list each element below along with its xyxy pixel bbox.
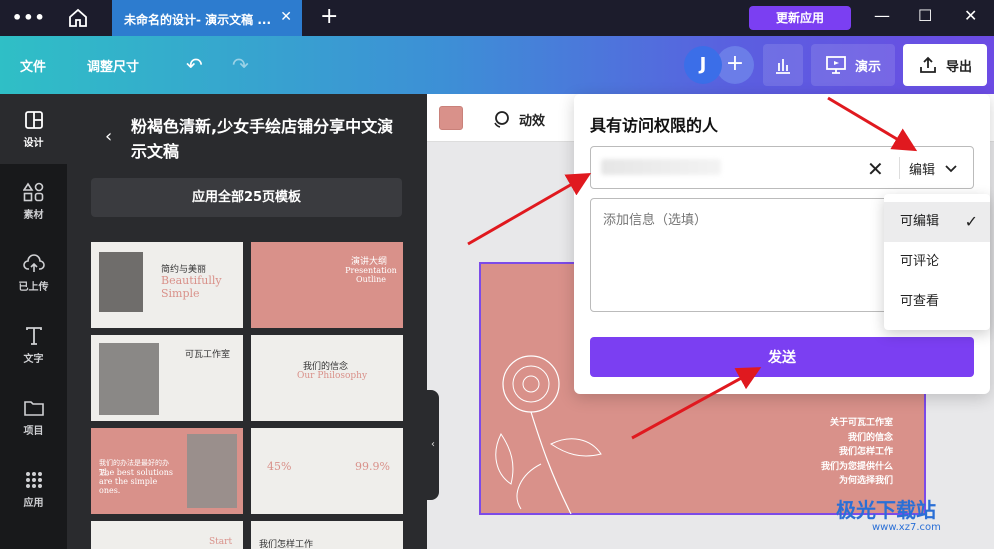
watermark-logo: 极光下载站 (836, 498, 936, 522)
bar-chart-icon (776, 59, 790, 74)
thumb-subheading: Presentation Outline (345, 266, 397, 284)
slide-line: 我们怎样工作 (838, 447, 893, 457)
animate-label: 动效 (519, 113, 546, 129)
insights-button[interactable] (763, 44, 803, 86)
role-select-value: 编辑 (909, 163, 936, 178)
checkmark-icon: ✓ (964, 212, 978, 231)
send-button[interactable]: 发送 (590, 337, 974, 377)
nav-apps-label: 应用 (23, 498, 44, 509)
export-button[interactable]: 导出 (903, 44, 987, 86)
divider (899, 157, 900, 179)
resize-button[interactable]: 调整尺寸 (87, 56, 139, 75)
avatar[interactable]: J (684, 46, 722, 84)
nav-elements[interactable]: 素材 (0, 166, 67, 236)
animate-button[interactable]: 动效 (491, 109, 545, 129)
thumb-photo (187, 434, 237, 508)
document-tab[interactable]: 未命名的设计- 演示文稿 ... ✕ (112, 0, 302, 36)
title-bar: ••• 未命名的设计- 演示文稿 ... ✕ + 更新应用 — ☐ ✕ (0, 0, 994, 36)
editor-toolbar: 文件 调整尺寸 ↶ ↷ + J 演示 导出 (0, 36, 994, 94)
layout-icon (24, 111, 43, 129)
role-dropdown: 可编辑 ✓ 可评论 可查看 (884, 194, 990, 330)
role-option-label: 可查看 (900, 294, 940, 309)
nav-apps[interactable]: 应用 (0, 454, 67, 524)
color-swatch[interactable] (439, 106, 463, 130)
undo-icon[interactable]: ↶ (186, 53, 203, 77)
redacted-email (601, 159, 721, 175)
nav-elements-label: 素材 (23, 210, 44, 221)
slide-agenda: 关于可瓦工作室 我们的信念 我们怎样工作 我们为您提供什么 为何选择我们 (797, 416, 893, 489)
redo-icon[interactable]: ↷ (232, 53, 249, 77)
role-option-label: 可评论 (900, 254, 940, 269)
template-thumbnail[interactable]: 我们的办法是最好的办法。 The best solutions are the … (91, 428, 243, 514)
thumb-stat-left: 45% (267, 460, 292, 473)
slide-line: 关于可瓦工作室 (829, 418, 893, 428)
template-thumbnail[interactable]: 45% 99.9% (251, 428, 403, 514)
nav-projects-label: 项目 (23, 426, 44, 437)
slide-line: 我们的信念 (847, 432, 893, 443)
template-thumbnail[interactable]: Start (91, 521, 243, 549)
thumb-subheading: The best solutions are the simple ones. (99, 468, 173, 495)
slide-line: 我们为您提供什么 (820, 461, 893, 472)
template-title: 粉褐色清新,少女手绘店铺分享中文演示文稿 (131, 117, 394, 161)
export-label: 导出 (945, 59, 972, 75)
thumb-photo (99, 252, 143, 312)
present-label: 演示 (854, 59, 881, 75)
new-tab-icon[interactable]: + (320, 4, 338, 29)
thumb-heading: Start (209, 537, 233, 547)
close-window-icon[interactable]: ✕ (964, 6, 977, 25)
left-nav: 设计 素材 已上传 文字 项目 应用 (0, 94, 67, 549)
template-thumbnail[interactable]: 我们怎样工作 (251, 521, 403, 549)
home-icon[interactable] (66, 6, 90, 30)
nav-design-label: 设计 (23, 138, 44, 149)
animate-icon (494, 111, 509, 128)
thumb-stat-right: 99.9% (355, 460, 390, 473)
role-option-edit[interactable]: 可编辑 ✓ (884, 202, 990, 242)
update-app-button[interactable]: 更新应用 (749, 6, 851, 30)
back-chevron-icon[interactable]: ‹ (105, 126, 112, 147)
maximize-icon[interactable]: ☐ (918, 6, 932, 25)
chevron-down-icon (945, 164, 957, 172)
clear-icon[interactable]: ✕ (867, 157, 884, 181)
apps-icon (25, 472, 42, 488)
template-thumbnail[interactable]: 简约与美丽 Beautifully Simple (91, 242, 243, 328)
watermark-url: www.xz7.com (872, 522, 941, 533)
text-icon (25, 327, 42, 345)
present-button[interactable]: 演示 (811, 44, 895, 86)
file-menu[interactable]: 文件 (20, 56, 46, 75)
role-option-comment[interactable]: 可评论 (884, 242, 990, 282)
cloud-upload-icon (22, 254, 45, 272)
thumb-heading: 我们怎样工作 (259, 540, 314, 549)
folder-icon (23, 401, 44, 416)
menu-dots-icon[interactable]: ••• (12, 8, 46, 27)
share-title: 具有访问权限的人 (590, 116, 719, 135)
nav-uploads[interactable]: 已上传 (0, 238, 67, 308)
template-thumbnail[interactable]: 我们的信念 Our Philosophy (251, 335, 403, 421)
role-option-view[interactable]: 可查看 (884, 282, 990, 322)
nav-text[interactable]: 文字 (0, 310, 67, 380)
slide-line: 为何选择我们 (838, 476, 893, 486)
thumb-subheading: Beautifully Simple (161, 274, 222, 300)
template-thumbnail[interactable]: 演讲大纲 Presentation Outline (251, 242, 403, 328)
document-tab-title: 未命名的设计- 演示文稿 ... (124, 13, 272, 27)
thumb-photo (99, 343, 159, 415)
role-option-label: 可编辑 (900, 214, 940, 229)
thumb-subheading: Our Philosophy (297, 371, 368, 381)
template-panel: ‹ 粉褐色清新,少女手绘店铺分享中文演示文稿 应用全部25页模板 简约与美丽 B… (67, 94, 427, 549)
collapse-panel-chevron-icon[interactable]: ‹ (427, 390, 439, 500)
shapes-icon (22, 182, 43, 202)
role-select[interactable]: 编辑 (909, 159, 957, 178)
thumb-heading: 可瓦工作室 (185, 350, 231, 360)
apply-all-templates-button[interactable]: 应用全部25页模板 (91, 178, 402, 217)
template-thumbnail[interactable]: 可瓦工作室 (91, 335, 243, 421)
present-icon (826, 56, 846, 74)
minimize-icon[interactable]: — (874, 6, 890, 25)
people-input[interactable]: ✕ 编辑 (590, 146, 974, 189)
message-field[interactable] (590, 198, 890, 312)
nav-text-label: 文字 (23, 354, 44, 365)
nav-uploads-label: 已上传 (18, 282, 49, 293)
upload-icon (920, 56, 936, 73)
close-tab-icon[interactable]: ✕ (280, 9, 292, 25)
nav-design[interactable]: 设计 (0, 94, 67, 164)
nav-projects[interactable]: 项目 (0, 382, 67, 452)
